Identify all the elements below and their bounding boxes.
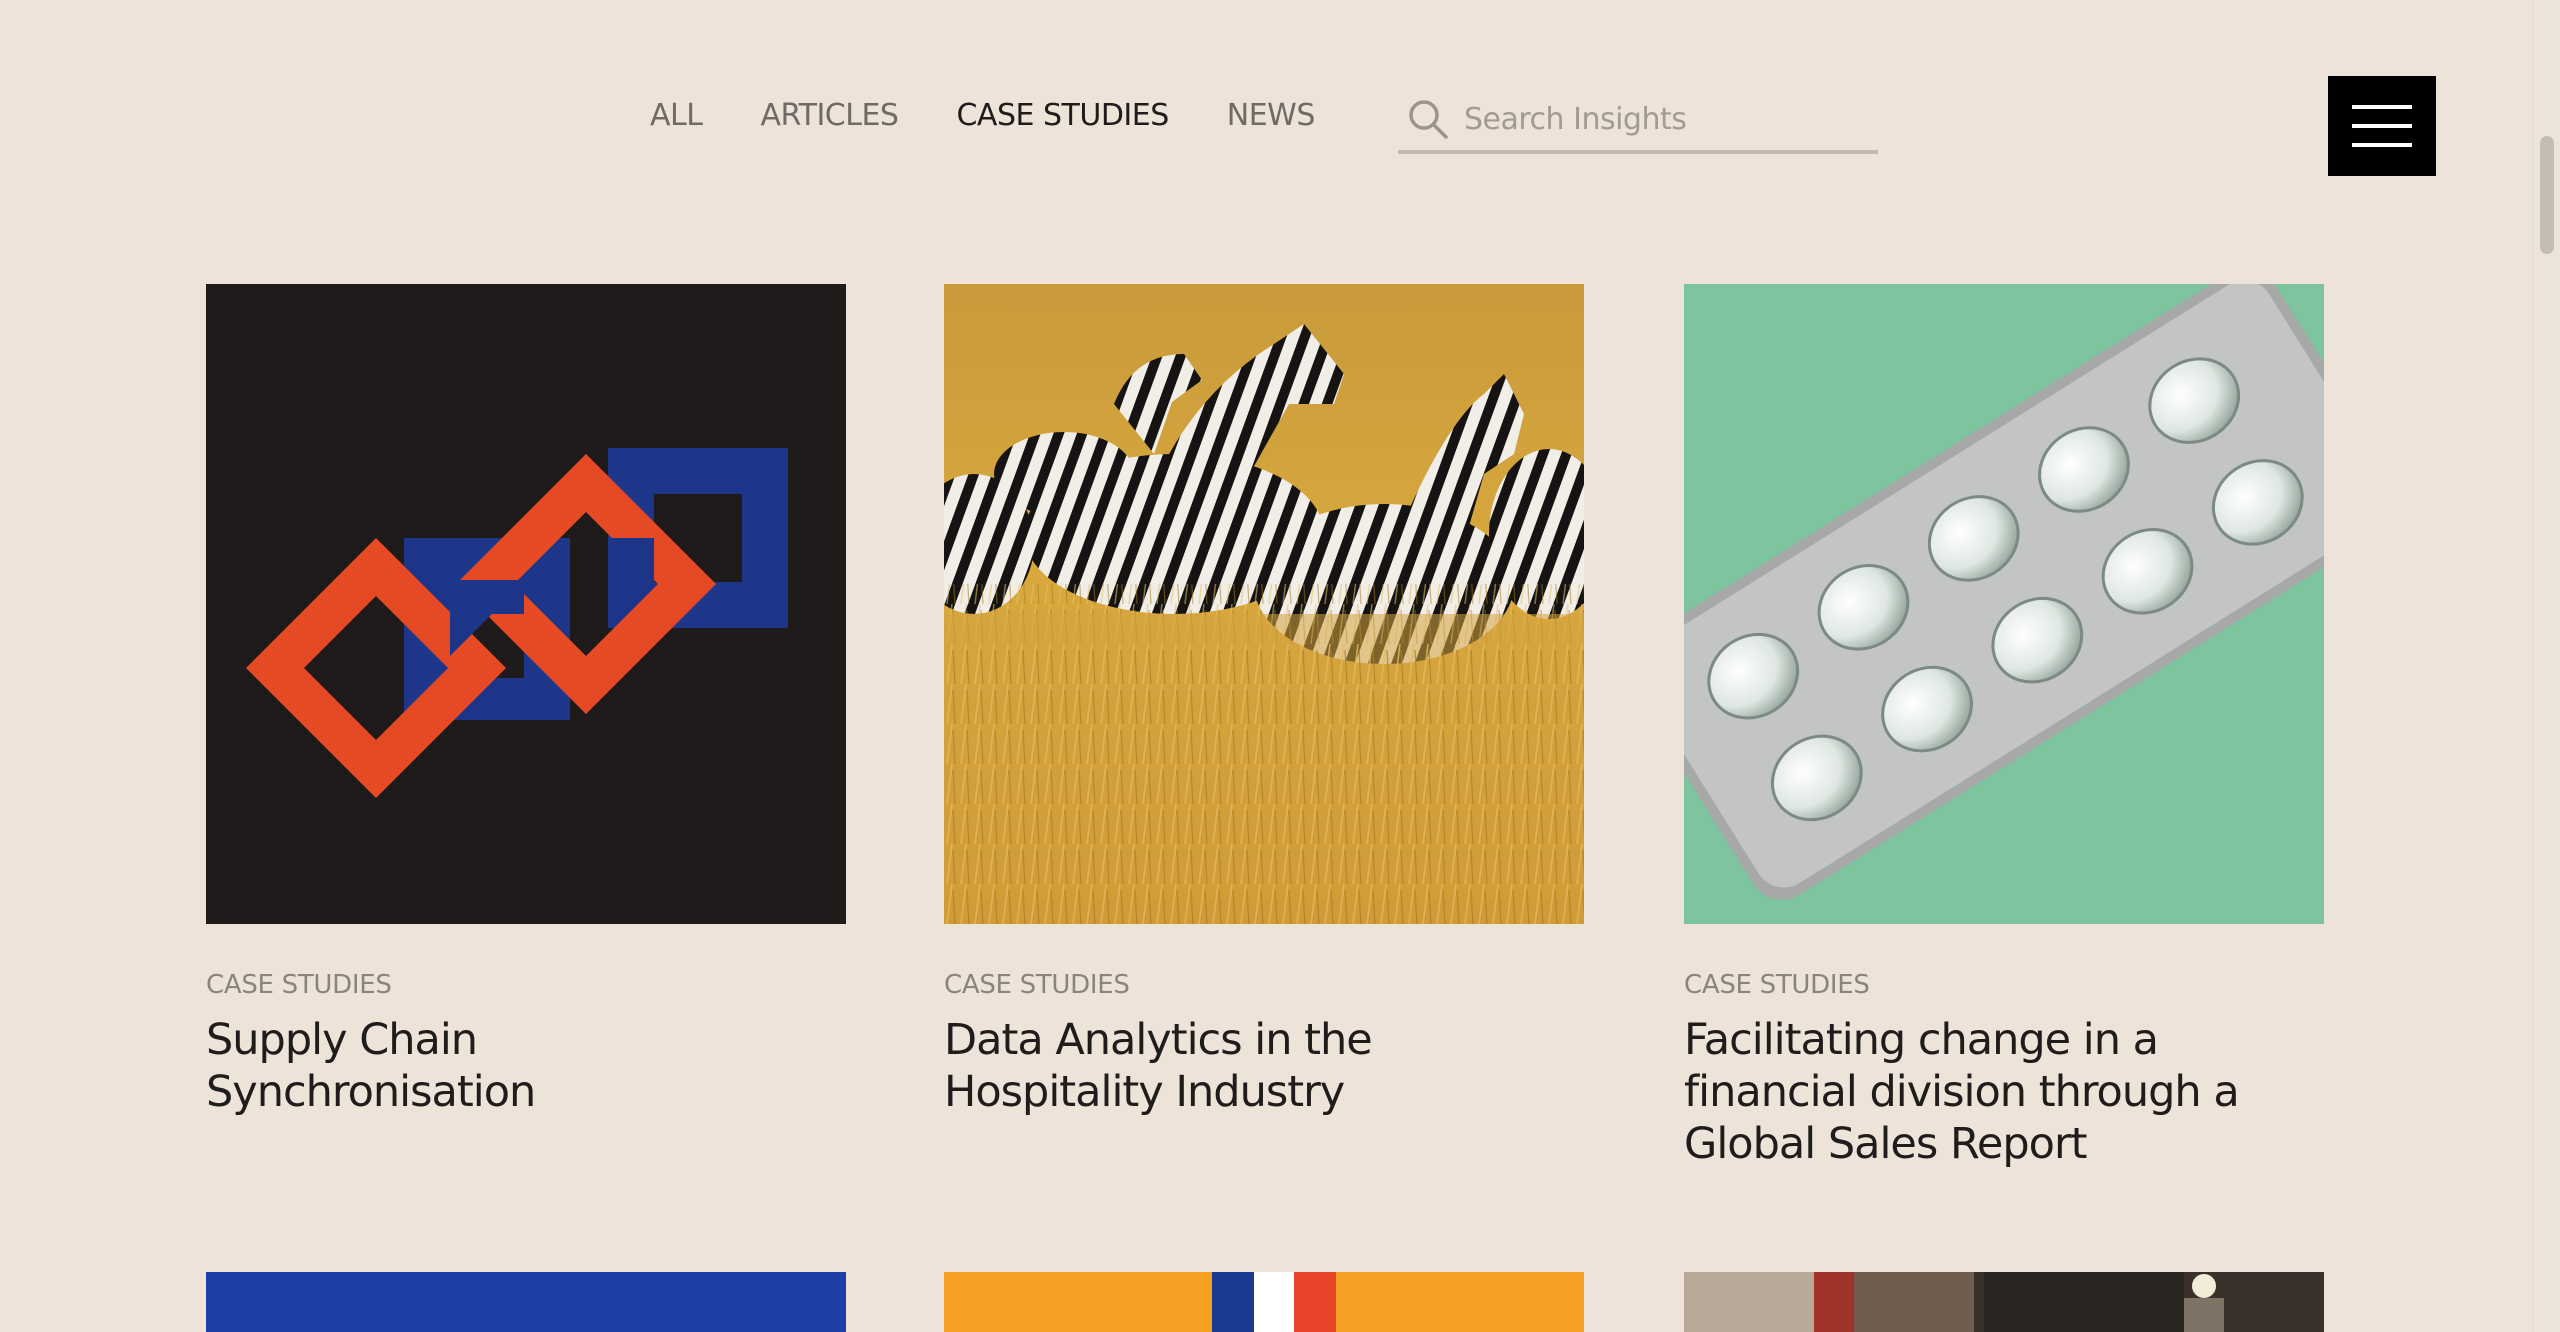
search-input[interactable] — [1464, 101, 1864, 137]
filter-tab-case-studies[interactable]: CASE STUDIES — [956, 98, 1169, 133]
chain-links-illustration[interactable] — [206, 284, 846, 924]
pill-blister-pack-photo[interactable] — [1684, 284, 2324, 924]
card-title[interactable]: Supply Chain Synchronisation — [206, 1014, 806, 1118]
filter-tab-all[interactable]: ALL — [650, 98, 703, 133]
insights-page: ALL ARTICLES CASE STUDIES NEWS Search In… — [0, 0, 2560, 1332]
insights-filter-nav: ALL ARTICLES CASE STUDIES NEWS — [650, 93, 1373, 137]
search-bar — [1398, 88, 1878, 154]
card-title[interactable]: Data Analytics in the Hospitality Indust… — [944, 1014, 1544, 1118]
zebras-in-grass-photo[interactable] — [944, 284, 1584, 924]
card-category: CASE STUDIES — [206, 970, 392, 1000]
page-scrollbar[interactable] — [2532, 0, 2560, 1332]
card-thumbnail-flag[interactable] — [944, 1272, 1584, 1332]
filter-tab-news[interactable]: NEWS — [1227, 98, 1316, 133]
card-category: CASE STUDIES — [944, 970, 1130, 1000]
card-thumbnail-blue[interactable] — [206, 1272, 846, 1332]
menu-button[interactable] — [2328, 76, 2436, 176]
card-thumbnail-warehouse[interactable] — [1684, 1272, 2324, 1332]
card-category: CASE STUDIES — [1684, 970, 1870, 1000]
search-icon[interactable] — [1406, 97, 1450, 141]
card-hospitality-analytics[interactable]: CASE STUDIES Data Analytics in the Hospi… — [944, 284, 1584, 1118]
card-supply-chain[interactable]: CASE STUDIES Supply Chain Synchronisatio… — [206, 284, 846, 1118]
filter-tab-articles[interactable]: ARTICLES — [760, 98, 899, 133]
card-title[interactable]: Facilitating change in a financial divis… — [1684, 1014, 2284, 1170]
card-global-sales-report[interactable]: CASE STUDIES Facilitating change in a fi… — [1684, 284, 2324, 1170]
scrollbar-thumb[interactable] — [2540, 136, 2554, 254]
